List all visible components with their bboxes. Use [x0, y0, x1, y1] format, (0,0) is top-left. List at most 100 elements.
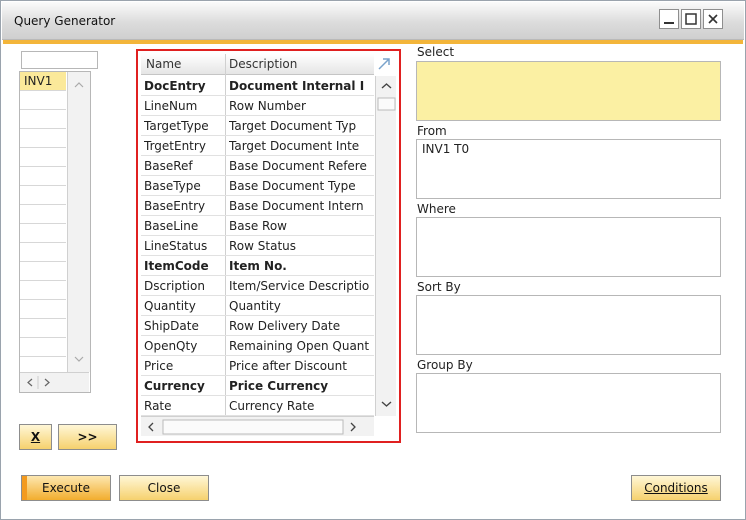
field-name-cell: LineStatus	[144, 239, 208, 253]
table-list-item[interactable]	[20, 224, 66, 243]
table-list-item[interactable]	[20, 281, 66, 300]
field-name-cell: OpenQty	[144, 339, 198, 353]
field-description-cell: Base Row	[229, 219, 287, 233]
table-filter-input[interactable]	[21, 51, 98, 69]
grid-row[interactable]: BaseRef Base Document Refere	[141, 156, 374, 176]
table-list[interactable]: INV1	[19, 71, 91, 393]
field-name-cell: BaseType	[144, 179, 201, 193]
minimize-button[interactable]	[659, 9, 679, 29]
sort-by-label: Sort By	[417, 280, 461, 294]
field-name-cell: Dscription	[144, 279, 205, 293]
expand-icon[interactable]	[376, 56, 392, 72]
field-name-cell: TargetType	[144, 119, 209, 133]
scroll-up-down-icon	[377, 83, 396, 407]
execute-button[interactable]: Execute	[21, 475, 111, 501]
select-field[interactable]	[416, 61, 721, 121]
field-name-cell: Price	[144, 359, 174, 373]
field-description-cell: Target Document Typ	[229, 119, 357, 133]
table-list-vertical-scrollbar[interactable]	[67, 72, 90, 372]
table-list-item[interactable]: INV1	[20, 72, 66, 91]
close-icon	[708, 14, 718, 24]
table-list-item[interactable]	[20, 186, 66, 205]
accent-bar	[3, 40, 743, 44]
grid-row[interactable]: ShipDate Row Delivery Date	[141, 316, 374, 336]
from-field[interactable]: INV1 T0	[416, 139, 721, 199]
grid-row[interactable]: BaseEntry Base Document Intern	[141, 196, 374, 216]
field-description-cell: Remaining Open Quant	[229, 339, 370, 353]
grid-row[interactable]: ItemCode Item No.	[141, 256, 374, 276]
field-name-cell: TrgetEntry	[144, 139, 206, 153]
field-description-cell: Row Status	[229, 239, 297, 253]
field-description-cell: Base Document Type	[229, 179, 356, 193]
scroll-arrows-icon	[74, 82, 84, 362]
field-name-cell: BaseLine	[144, 219, 199, 233]
field-name-cell: Quantity	[144, 299, 196, 313]
field-description-cell: Currency Rate	[229, 399, 315, 413]
table-list-item[interactable]	[20, 91, 66, 110]
maximize-icon	[685, 13, 697, 25]
table-list-item[interactable]	[20, 319, 66, 338]
grid-row[interactable]: BaseType Base Document Type	[141, 176, 374, 196]
remove-button[interactable]: X	[19, 424, 52, 450]
grid-row[interactable]: Rate Currency Rate	[141, 396, 374, 416]
default-indicator	[22, 476, 27, 500]
table-list-item[interactable]	[20, 243, 66, 262]
from-label: From	[417, 124, 447, 138]
field-description-cell: Item No.	[229, 259, 287, 273]
field-description-cell: Price Currency	[229, 379, 329, 393]
table-list-horizontal-scrollbar[interactable]	[20, 372, 89, 392]
close-window-button[interactable]	[703, 9, 723, 29]
grid-row[interactable]: OpenQty Remaining Open Quant	[141, 336, 374, 356]
table-list-column: INV1	[20, 72, 66, 357]
grid-vertical-scrollbar[interactable]	[375, 76, 396, 416]
field-description-cell: Base Document Refere	[229, 159, 367, 173]
field-name-cell: BaseRef	[144, 159, 193, 173]
header-name[interactable]: Name	[146, 57, 181, 71]
execute-label: Execute	[42, 481, 90, 495]
fields-grid[interactable]: Name Description DocEntry Document Intern…	[141, 54, 396, 436]
field-name-cell: BaseEntry	[144, 199, 206, 213]
field-name-cell: LineNum	[144, 99, 198, 113]
grid-row[interactable]: LineNum Row Number	[141, 96, 374, 116]
table-list-item[interactable]	[20, 167, 66, 186]
maximize-button[interactable]	[681, 9, 701, 29]
scroll-left-right-icon	[27, 376, 50, 389]
grid-row[interactable]: TrgetEntry Target Document Inte	[141, 136, 374, 156]
sort-by-field[interactable]	[416, 295, 721, 355]
table-list-item[interactable]	[20, 129, 66, 148]
grid-row[interactable]: LineStatus Row Status	[141, 236, 374, 256]
title-bar[interactable]: Query Generator	[2, 2, 744, 40]
table-list-item[interactable]	[20, 338, 66, 357]
field-description-cell: Price after Discount	[229, 359, 347, 373]
header-description[interactable]: Description	[229, 57, 297, 71]
group-by-field[interactable]	[416, 373, 721, 433]
conditions-button[interactable]: Conditions	[631, 475, 721, 501]
field-description-cell: Item/Service Descriptio	[229, 279, 370, 293]
grid-row[interactable]: BaseLine Base Row	[141, 216, 374, 236]
field-description-cell: Row Delivery Date	[229, 319, 341, 333]
grid-row[interactable]: TargetType Target Document Typ	[141, 116, 374, 136]
close-button[interactable]: Close	[119, 475, 209, 501]
select-label: Select	[417, 45, 455, 59]
table-list-item[interactable]	[20, 205, 66, 224]
grid-row[interactable]: Dscription Item/Service Descriptio	[141, 276, 374, 296]
field-description-cell: Base Document Intern	[229, 199, 364, 213]
grid-row[interactable]: Price Price after Discount	[141, 356, 374, 376]
field-name-cell: ItemCode	[144, 259, 209, 273]
minimize-icon	[664, 22, 674, 24]
table-list-item[interactable]	[20, 300, 66, 319]
where-field[interactable]	[416, 217, 721, 277]
table-list-item[interactable]	[20, 148, 66, 167]
where-label: Where	[417, 202, 456, 216]
grid-horizontal-scrollbar[interactable]	[141, 416, 374, 436]
grid-row[interactable]: Currency Price Currency	[141, 376, 374, 396]
grid-row[interactable]: Quantity Quantity	[141, 296, 374, 316]
table-list-item[interactable]	[20, 110, 66, 129]
field-description-cell: Row Number	[229, 99, 306, 113]
field-description-cell: Target Document Inte	[229, 139, 360, 153]
grid-row[interactable]: DocEntry Document Internal I	[141, 76, 374, 96]
table-list-item[interactable]	[20, 262, 66, 281]
window-title: Query Generator	[14, 14, 116, 28]
field-name-cell: Rate	[144, 399, 172, 413]
move-right-button[interactable]: >>	[58, 424, 117, 450]
